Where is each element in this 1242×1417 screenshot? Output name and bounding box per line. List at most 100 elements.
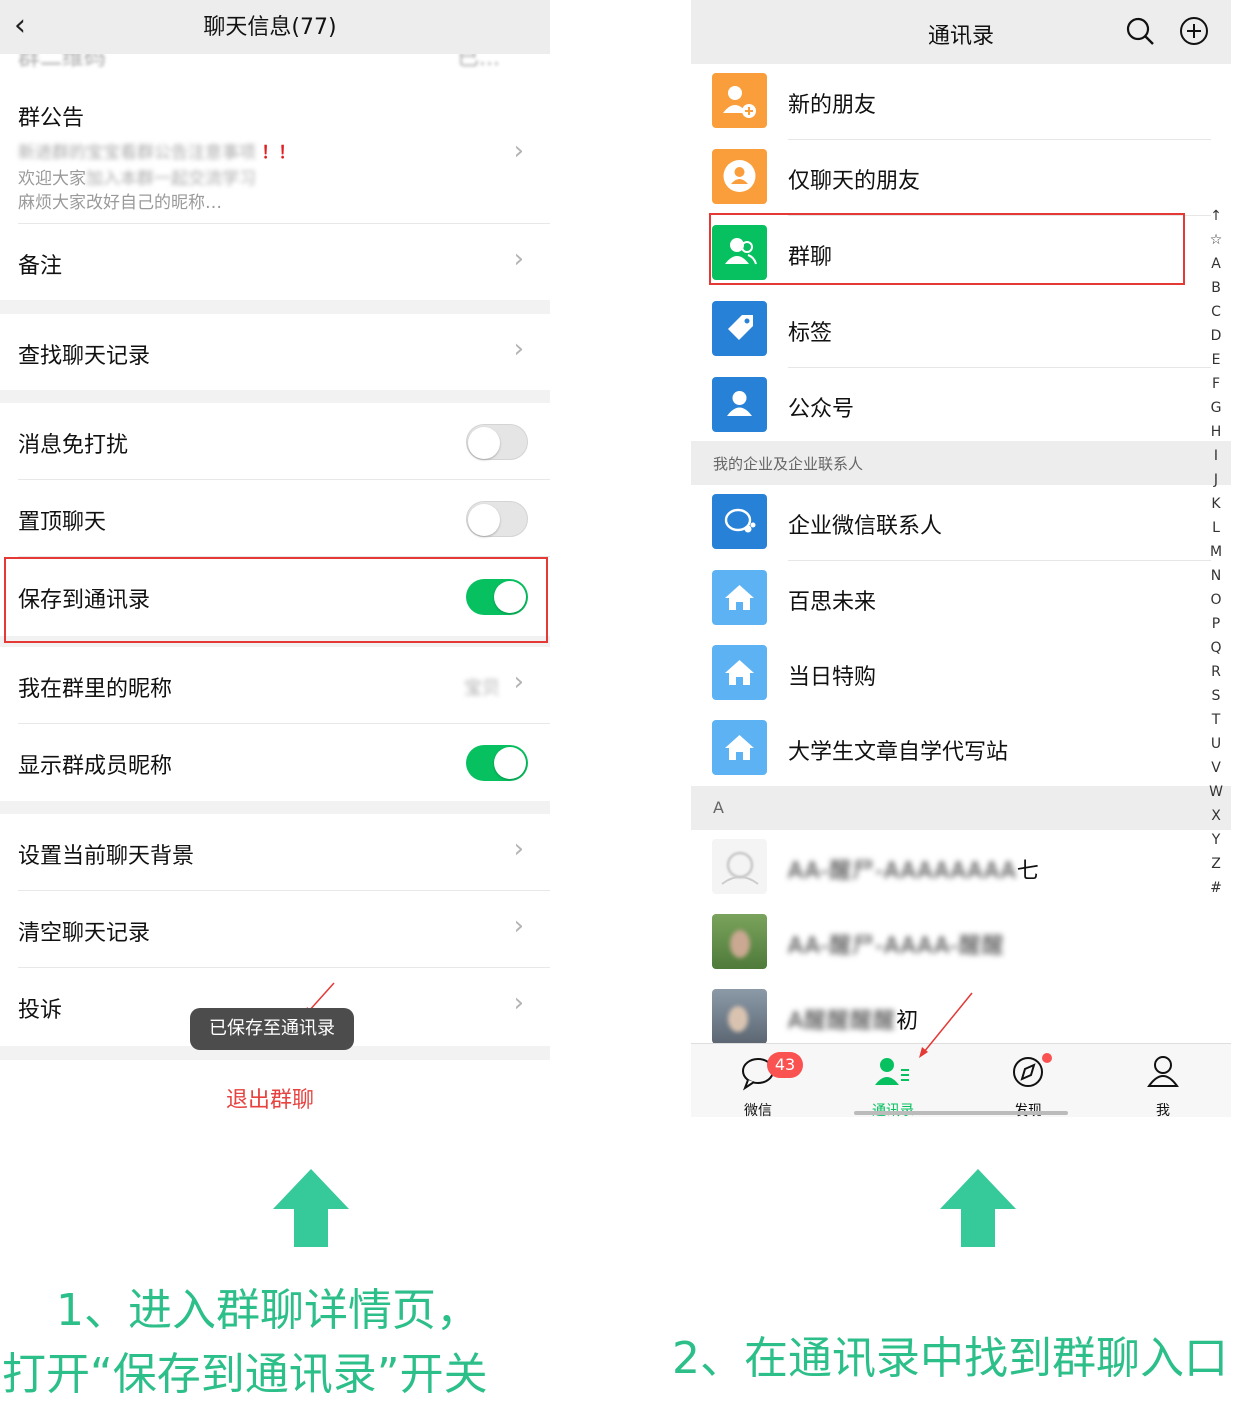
exclamation-marks: ！！ [261,143,296,163]
mute-toggle[interactable] [466,424,528,460]
my-nickname-value: 宝贝 [464,678,500,699]
index-letter[interactable]: ☆ [1206,228,1226,252]
enterprise-section-label: 我的企业及企业联系人 [713,455,864,473]
chevron-right-icon: › [513,834,524,864]
index-letter[interactable]: D [1206,324,1226,348]
index-letter[interactable]: Q [1206,636,1226,660]
enterprise-item[interactable]: 百思未来 [691,561,1211,637]
toggle-knob [468,504,500,536]
house-icon [712,645,767,700]
new-friends-label: 新的朋友 [788,93,877,118]
enterprise-item[interactable]: 当日特购 [691,636,1211,712]
official-accounts-item[interactable]: 公众号 [691,368,1211,444]
show-nicknames-row: 显示群成员昵称 [0,724,550,801]
chevron-right-icon: › [513,334,524,364]
index-letter[interactable]: T [1206,708,1226,732]
highlight-box [709,213,1185,285]
index-letter[interactable]: # [1206,876,1226,900]
index-letter[interactable]: W [1206,780,1226,804]
clear-history-row[interactable]: 清空聊天记录 › [0,891,550,968]
chat-info-screen: ‹ 聊天信息(77) 群二维码 已... 群公告 新进群的宝宝看群公告注意事项 … [0,0,550,1130]
section-a-header: A [691,786,1231,830]
mute-row: 消息免打扰 [0,403,550,480]
my-nickname-row[interactable]: 我在群里的昵称 宝贝 › [0,647,550,724]
chevron-right-icon: › [513,244,524,274]
index-letter[interactable]: M [1206,540,1226,564]
unread-badge: 43 [767,1052,803,1078]
contacts-screen: 通讯录 新的朋友 仅聊天的朋友 群聊 标签 公众号 我的企业及企业联系人 企业微… [691,0,1231,1117]
index-letter[interactable]: O [1206,588,1226,612]
index-letter[interactable]: Y [1206,828,1226,852]
index-letter[interactable]: G [1206,396,1226,420]
index-letter[interactable]: U [1206,732,1226,756]
toggle-knob [468,427,500,459]
tab-discover[interactable]: 发现 [978,1052,1078,1117]
alphabet-index[interactable]: ↑ ☆ A B C D E F G H I J K L M N O P Q R S T U V W X Y Z # [1206,204,1226,900]
search-history-row[interactable]: 查找聊天记录 › [0,314,550,390]
index-letter[interactable]: H [1206,420,1226,444]
avatar [712,914,767,969]
index-letter[interactable]: E [1206,348,1226,372]
new-friends-item[interactable]: 新的朋友 [691,64,1211,140]
contact-row[interactable]: AA-醒尸-AAAA-醒醒 [691,905,1211,981]
compass-icon [1013,1057,1043,1087]
partial-row: 群二维码 已... [0,54,550,84]
search-history-label: 查找聊天记录 [18,344,151,369]
annotation-arrow-icon [919,992,973,1058]
index-letter[interactable]: V [1206,756,1226,780]
index-letter[interactable]: X [1206,804,1226,828]
contact-name: A醒醒醒醒初 [788,1009,919,1034]
index-letter[interactable]: J [1206,468,1226,492]
pin-chat-row: 置顶聊天 [0,480,550,557]
tags-item[interactable]: 标签 [691,292,1211,368]
index-letter[interactable]: K [1206,492,1226,516]
group-announcement-row[interactable]: 群公告 新进群的宝宝看群公告注意事项 ！！ 欢迎大家加入本群一起交流学习 麻烦大… [0,84,550,224]
index-letter[interactable]: L [1206,516,1226,540]
tab-me[interactable]: 我 [1113,1052,1213,1117]
step2-caption: 2、在通讯录中找到群聊入口 [672,1333,1228,1384]
index-letter[interactable]: S [1206,684,1226,708]
exit-group-button[interactable]: 退出群聊 [0,1060,550,1130]
index-letter[interactable]: ↑ [1206,204,1226,228]
pin-chat-toggle[interactable] [466,501,528,537]
tag-icon [712,301,767,356]
add-circle-icon[interactable] [1177,14,1211,48]
remark-row[interactable]: 备注 › [0,224,550,300]
contact-row[interactable]: AA-醒尸-AAAAAAAA七 [691,830,1211,906]
announcement-line-2: 欢迎大家加入本群一起交流学习 [18,169,256,189]
index-letter[interactable]: I [1206,444,1226,468]
index-letter[interactable]: R [1206,660,1226,684]
chat-only-friends-item[interactable]: 仅聊天的朋友 [691,140,1211,216]
pin-chat-label: 置顶聊天 [18,510,107,535]
index-letter[interactable]: N [1206,564,1226,588]
contact-name: AA-醒尸-AAAA-醒醒 [788,934,1005,959]
chat-background-row[interactable]: 设置当前聊天背景 › [0,814,550,891]
wecom-icon [712,494,767,549]
exit-group-label: 退出群聊 [225,1088,314,1113]
wecom-contacts-item[interactable]: 企业微信联系人 [691,485,1211,561]
up-arrow-icon [273,1169,349,1247]
chat-only-friend-icon [712,149,767,204]
enterprise-label: 当日特购 [788,665,877,690]
index-letter[interactable]: B [1206,276,1226,300]
official-accounts-label: 公众号 [788,397,855,422]
wecom-contacts-label: 企业微信联系人 [788,514,943,539]
index-letter[interactable]: P [1206,612,1226,636]
official-account-icon [712,377,767,432]
index-letter[interactable]: A [1206,252,1226,276]
contact-name: AA-醒尸-AAAAAAAA七 [788,859,1039,884]
chat-info-header: ‹ 聊天信息(77) [0,0,550,54]
index-letter[interactable]: Z [1206,852,1226,876]
house-icon [712,720,767,775]
index-letter[interactable]: C [1206,300,1226,324]
announcement-line-3: 麻烦大家改好自己的昵称… [18,193,222,213]
house-icon [712,570,767,625]
remark-label: 备注 [18,254,63,279]
show-nicknames-toggle[interactable] [466,745,528,781]
search-icon[interactable] [1123,14,1157,48]
enterprise-item[interactable]: 大学生文章自学代写站 [691,711,1211,787]
index-letter[interactable]: F [1206,372,1226,396]
chevron-right-icon: › [513,911,524,941]
chat-background-label: 设置当前聊天背景 [18,844,195,869]
add-friend-icon [712,73,767,128]
